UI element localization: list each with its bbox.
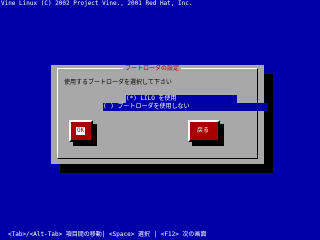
ok-button[interactable]: OK	[69, 120, 93, 142]
radio-option-lilo[interactable]: (*) LILO を使用	[126, 95, 237, 103]
ok-button-label: OK	[76, 127, 86, 135]
dialog-prompt: 使用するブートローダを選択して下さい	[64, 79, 172, 86]
radio-option-no-bootloader[interactable]: ( ) ブートローダを使用しない	[103, 103, 268, 111]
dialog-title: ブートローダの設定	[123, 65, 182, 73]
bootloader-dialog: ブートローダの設定 使用するブートローダを選択して下さい (*) LILO を使…	[51, 65, 268, 164]
back-button[interactable]: 戻る	[188, 120, 220, 142]
copyright-header: Vine Linux (C) 2002 Project Vine., 2001 …	[1, 0, 193, 7]
help-footer: <Tab>/<Alt-Tab> 項目間の移動| <Space> 選択 | <F1…	[8, 231, 207, 238]
back-button-label: 戻る	[197, 127, 210, 134]
